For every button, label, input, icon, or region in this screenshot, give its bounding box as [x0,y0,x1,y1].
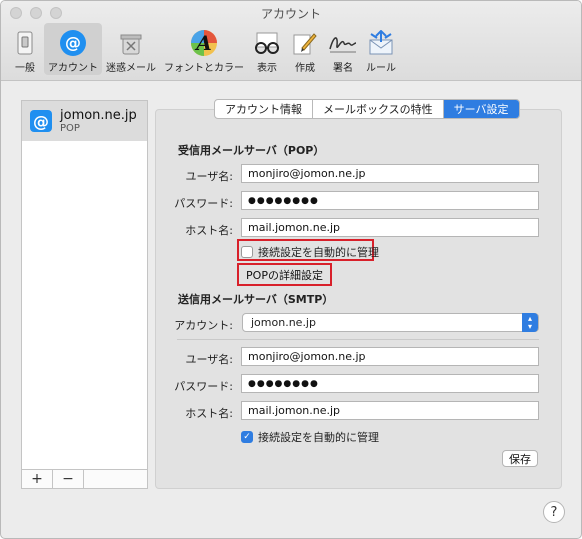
account-list-controls: + − [22,469,147,488]
glasses-icon [252,29,282,57]
toolbar-composing[interactable]: 作成 [286,23,324,75]
toolbar-fonts-colors-label: フォントとカラー [164,63,244,74]
incoming-auto-manage-label: 接続設定を自動的に管理 [258,246,379,259]
toolbar-viewing-label: 表示 [257,63,277,74]
toolbar-rules-label: ルール [366,63,396,74]
outgoing-auto-manage[interactable]: ✓ 接続設定を自動的に管理 [241,429,379,445]
toolbar-general-label: 一般 [15,63,35,74]
toolbar-accounts-label: アカウント [48,63,98,74]
toolbar-rules[interactable]: ルール [362,23,400,75]
font-color-icon: A [189,29,219,57]
outgoing-account-label: アカウント: [174,319,233,332]
toolbar-accounts[interactable]: @ アカウント [44,23,102,75]
rules-envelope-icon [366,29,396,57]
outgoing-host-label: ホスト名: [185,407,233,420]
preferences-toolbar: 一般 @ アカウント 迷惑メール A フォントとカラー 表示 作成 署名 ルール [6,23,400,75]
incoming-password-label: パスワード: [174,197,233,210]
toolbar-junk[interactable]: 迷惑メール [102,23,160,75]
toolbar-fonts-colors[interactable]: A フォントとカラー [160,23,248,75]
preferences-window: アカウント 一般 @ アカウント 迷惑メール A フォントとカラー 表示 作成 … [0,0,582,539]
toolbar-signatures[interactable]: 署名 [324,23,362,75]
toolbar-junk-label: 迷惑メール [106,63,156,74]
outgoing-auto-manage-label: 接続設定を自動的に管理 [258,431,379,444]
outgoing-username-label: ユーザ名: [185,353,234,366]
incoming-server-title: 受信用メールサーバ（POP） [178,144,325,157]
general-switch-icon [10,29,40,57]
outgoing-password-field[interactable]: ●●●●●●●● [241,374,539,393]
tab-server-settings[interactable]: サーバ設定 [443,100,519,118]
outgoing-auto-manage-checkbox[interactable]: ✓ [241,431,253,443]
remove-account-button[interactable]: − [53,470,84,488]
smtp-account-select[interactable]: jomon.ne.jp ▴ ▾ [242,313,539,332]
toolbar-composing-label: 作成 [295,63,315,74]
smtp-divider [177,339,539,340]
account-list: @ jomon.ne.jp POP + − [21,100,148,489]
incoming-auto-manage[interactable]: 接続設定を自動的に管理 [241,244,379,260]
account-at-icon: @ [30,110,52,132]
settings-tabs: アカウント情報 メールボックスの特性 サーバ設定 [214,99,520,119]
outgoing-username-field[interactable]: monjiro@jomon.ne.jp [241,347,539,366]
pop-advanced-button[interactable]: POPの詳細設定 [241,266,328,283]
incoming-username-field[interactable]: monjiro@jomon.ne.jp [241,164,539,183]
account-type: POP [60,123,80,134]
outgoing-password-label: パスワード: [174,380,233,393]
toolbar-signatures-label: 署名 [333,63,353,74]
add-account-button[interactable]: + [22,470,53,488]
toolbar-viewing[interactable]: 表示 [248,23,286,75]
incoming-host-label: ホスト名: [185,224,233,237]
window-title: アカウント [260,7,321,21]
svg-text:@: @ [65,33,81,52]
pencil-compose-icon [290,29,320,57]
account-list-item[interactable]: @ jomon.ne.jp POP [22,101,147,141]
outgoing-host-field[interactable]: mail.jomon.ne.jp [241,401,539,420]
junk-trash-icon [116,29,146,57]
incoming-username-label: ユーザ名: [185,170,234,183]
title-bar: アカウント 一般 @ アカウント 迷惑メール A フォントとカラー 表示 作成 … [1,1,581,81]
signature-icon [328,29,358,57]
at-sign-icon: @ [58,29,88,57]
account-name: jomon.ne.jp [60,108,137,123]
incoming-host-field[interactable]: mail.jomon.ne.jp [241,218,539,237]
smtp-account-value: jomon.ne.jp [251,316,316,329]
save-button[interactable]: 保存 [502,450,538,467]
chevron-up-down-icon[interactable]: ▴ ▾ [522,313,538,332]
tab-account-info[interactable]: アカウント情報 [215,100,313,118]
outgoing-server-title: 送信用メールサーバ（SMTP） [178,293,334,306]
incoming-auto-manage-checkbox[interactable] [241,246,253,258]
toolbar-general[interactable]: 一般 [6,23,44,75]
incoming-password-field[interactable]: ●●●●●●●● [241,191,539,210]
help-button[interactable]: ? [543,501,565,523]
svg-text:A: A [194,31,212,55]
tab-mailbox-behaviors[interactable]: メールボックスの特性 [313,100,444,118]
account-list-text: jomon.ne.jp POP [60,108,137,134]
